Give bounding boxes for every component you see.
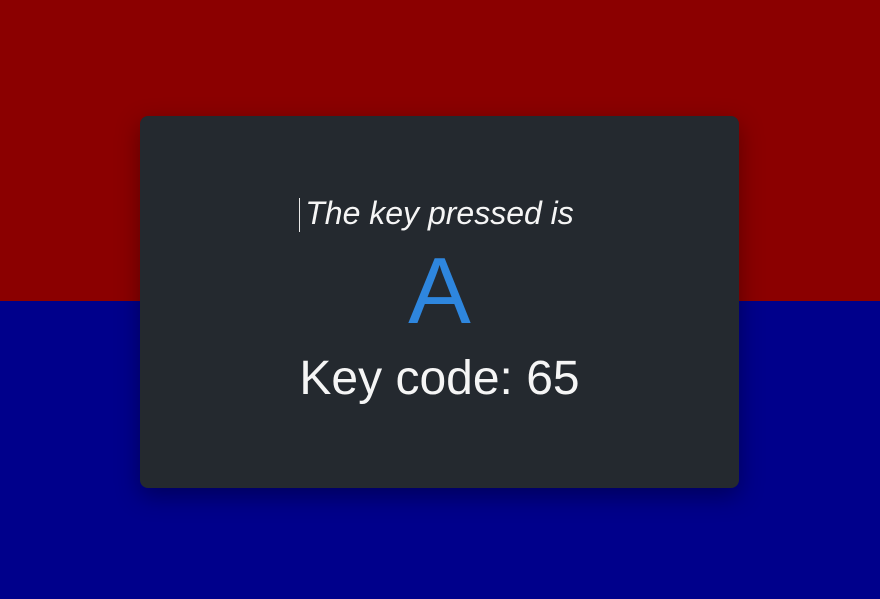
- key-card: The key pressed is A Key code: 65: [140, 116, 739, 488]
- intro-text: The key pressed is: [305, 195, 574, 231]
- page: The key pressed is A Key code: 65: [0, 0, 880, 599]
- pressed-key: A: [408, 238, 471, 343]
- key-code-text: Key code: 65: [299, 352, 580, 405]
